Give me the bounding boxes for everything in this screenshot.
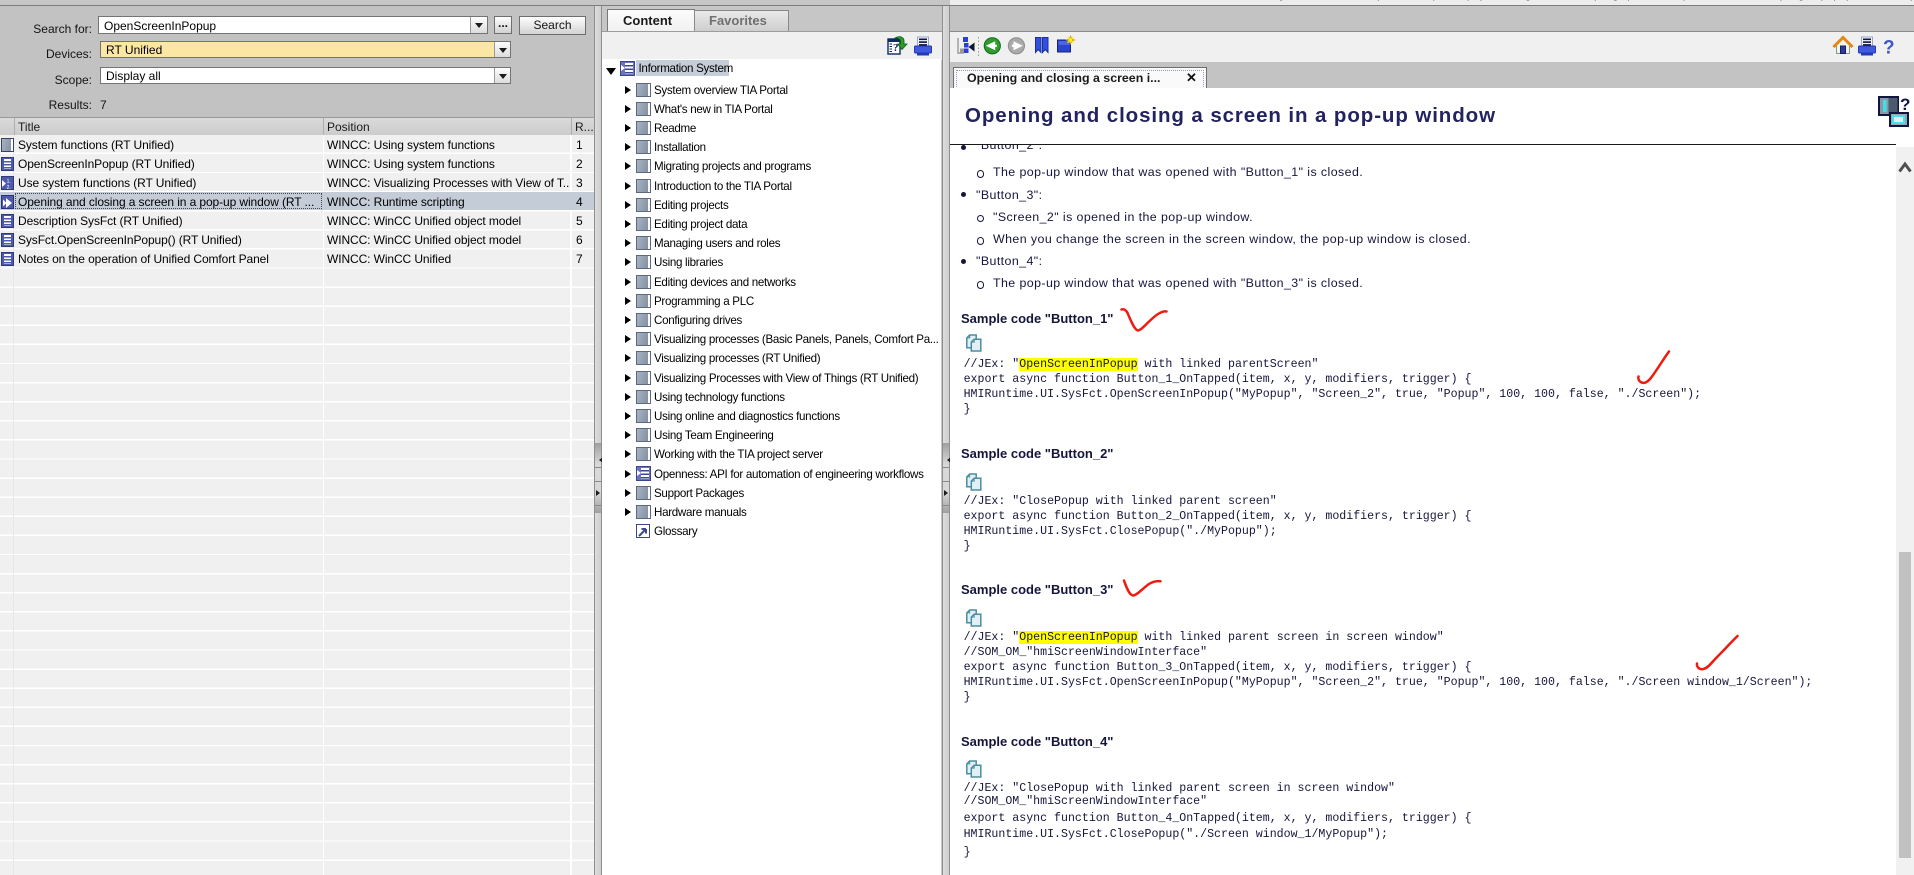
svg-text:?: ? (1883, 38, 1895, 59)
svg-text:?: ? (1900, 96, 1910, 114)
svg-text:2.: 2. (7, 185, 11, 190)
